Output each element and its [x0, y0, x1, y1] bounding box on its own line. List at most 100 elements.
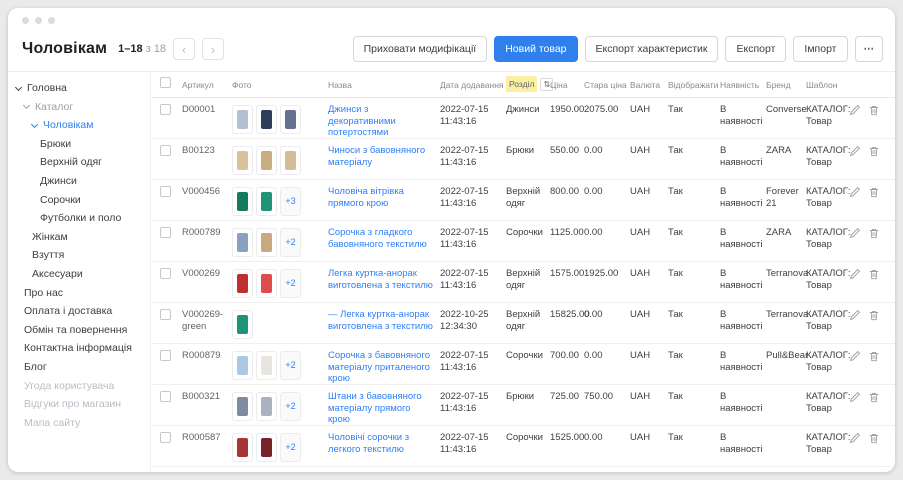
product-name-link[interactable]: Штани з бавовняного матеріалу прямого кр… [328, 391, 422, 425]
export-button[interactable]: Експорт [725, 36, 786, 62]
product-photo[interactable] [256, 228, 277, 257]
window-minimize-button[interactable] [35, 17, 42, 24]
window-close-button[interactable] [22, 17, 29, 24]
product-photo[interactable] [256, 269, 277, 298]
sidebar-item[interactable]: Про нас [16, 284, 150, 303]
delete-icon[interactable] [868, 268, 880, 302]
product-photo[interactable] [232, 392, 253, 421]
delete-icon[interactable] [868, 309, 880, 343]
row-checkbox[interactable] [160, 186, 171, 197]
product-name-link[interactable]: Легка куртка-анорак виготовлена з тексти… [328, 268, 433, 291]
column-header[interactable]: Розділ⇅ [506, 78, 550, 91]
sidebar-item[interactable]: Обмін та повернення [16, 321, 150, 340]
import-button[interactable]: Імпорт [793, 36, 847, 62]
product-photo[interactable] [256, 433, 277, 462]
product-photo[interactable] [256, 351, 277, 380]
sidebar-item[interactable]: Головна [16, 79, 150, 98]
row-checkbox[interactable] [160, 391, 171, 402]
product-photo[interactable] [256, 187, 277, 216]
sidebar-item[interactable]: Футболки и поло [16, 209, 150, 228]
pagination-prev-button[interactable]: ‹ [173, 38, 195, 60]
row-checkbox[interactable] [160, 309, 171, 320]
product-photo[interactable] [232, 433, 253, 462]
product-name-link[interactable]: Чоловічі сорочки з легкого текстилю [328, 432, 409, 455]
product-name-link[interactable]: Чиноси з бавовняного матеріалу [328, 145, 425, 168]
column-header[interactable]: Наявність [720, 80, 766, 90]
product-photo[interactable] [232, 351, 253, 380]
sidebar-item[interactable]: Джинси [16, 172, 150, 191]
product-photo[interactable] [232, 146, 253, 175]
delete-icon[interactable] [868, 432, 880, 466]
product-name-link[interactable]: Чоловіча вітрівка прямого крою [328, 186, 404, 209]
more-photos-badge[interactable]: +2 [280, 392, 301, 421]
sidebar-item[interactable]: Контактна інформація [16, 339, 150, 358]
delete-icon[interactable] [868, 391, 880, 426]
row-checkbox[interactable] [160, 350, 171, 361]
sidebar-item[interactable]: Блог [16, 358, 150, 377]
product-photo[interactable] [256, 105, 277, 134]
delete-icon[interactable] [868, 145, 880, 179]
row-checkbox[interactable] [160, 227, 171, 238]
edit-icon[interactable] [849, 268, 861, 302]
sidebar-item[interactable]: Брюки [16, 135, 150, 154]
more-photos-badge[interactable]: +2 [280, 433, 301, 462]
edit-icon[interactable] [849, 350, 861, 385]
edit-icon[interactable] [849, 432, 861, 466]
row-checkbox[interactable] [160, 104, 171, 115]
sidebar-item[interactable]: Відгуки про магазин [16, 395, 150, 414]
delete-icon[interactable] [868, 186, 880, 220]
more-photos-badge[interactable]: +2 [280, 351, 301, 380]
sidebar-item[interactable]: Взуття [16, 246, 150, 265]
product-photo[interactable] [232, 269, 253, 298]
sidebar-item[interactable]: Угода користувача [16, 377, 150, 396]
product-name-link[interactable]: Сорочка з бавовняного матеріалу притален… [328, 350, 430, 384]
product-name-link[interactable]: Сорочка з гладкого бавовняного текстилю [328, 227, 427, 250]
product-photo[interactable] [232, 228, 253, 257]
more-actions-button[interactable]: ⋯ [855, 36, 884, 62]
select-all-checkbox[interactable] [160, 77, 171, 88]
more-photos-badge[interactable]: +2 [280, 228, 301, 257]
column-header[interactable]: Шаблон [806, 80, 856, 90]
edit-icon[interactable] [849, 227, 861, 261]
edit-icon[interactable] [849, 186, 861, 220]
more-photos-badge[interactable]: +2 [280, 269, 301, 298]
product-photo[interactable] [232, 105, 253, 134]
delete-icon[interactable] [868, 227, 880, 261]
row-checkbox[interactable] [160, 268, 171, 279]
delete-icon[interactable] [868, 104, 880, 139]
product-photo[interactable] [256, 146, 277, 175]
export-characteristics-button[interactable]: Експорт характеристик [585, 36, 719, 62]
delete-icon[interactable] [868, 350, 880, 385]
edit-icon[interactable] [849, 391, 861, 426]
sidebar-item[interactable]: Оплата і доставка [16, 302, 150, 321]
product-photo[interactable] [256, 392, 277, 421]
sidebar-item[interactable]: Мапа сайту [16, 414, 150, 433]
product-photo[interactable] [232, 187, 253, 216]
column-header[interactable]: Дата додавання [440, 80, 506, 90]
product-photo[interactable] [280, 146, 301, 175]
sidebar-item[interactable]: Аксесуари [16, 265, 150, 284]
column-header[interactable]: Назва [328, 80, 440, 90]
edit-icon[interactable] [849, 145, 861, 179]
sidebar-item[interactable]: Каталог [16, 98, 150, 117]
window-maximize-button[interactable] [48, 17, 55, 24]
sidebar-item[interactable]: Сорочки [16, 191, 150, 210]
edit-icon[interactable] [849, 104, 861, 139]
new-product-button[interactable]: Новий товар [494, 36, 577, 62]
hide-modifications-button[interactable]: Приховати модифікації [353, 36, 488, 62]
column-header[interactable]: Артикул [182, 80, 232, 90]
column-header[interactable]: Фото [232, 80, 328, 90]
product-name-link[interactable]: — Легка куртка-анорак виготовлена з текс… [328, 309, 433, 332]
sidebar-item[interactable]: Верхній одяг [16, 153, 150, 172]
product-photo[interactable] [232, 310, 253, 339]
column-header[interactable]: Ціна [550, 80, 584, 90]
column-header[interactable]: Бренд [766, 80, 806, 90]
sidebar-item[interactable]: Чоловікам [16, 116, 150, 135]
more-photos-badge[interactable]: +3 [280, 187, 301, 216]
row-checkbox[interactable] [160, 432, 171, 443]
column-header[interactable]: Валюта [630, 80, 668, 90]
pagination-next-button[interactable]: › [202, 38, 224, 60]
edit-icon[interactable] [849, 309, 861, 343]
product-name-link[interactable]: Джинси з декоративними потертостями [328, 104, 396, 138]
column-header[interactable]: Відображати [668, 80, 720, 90]
